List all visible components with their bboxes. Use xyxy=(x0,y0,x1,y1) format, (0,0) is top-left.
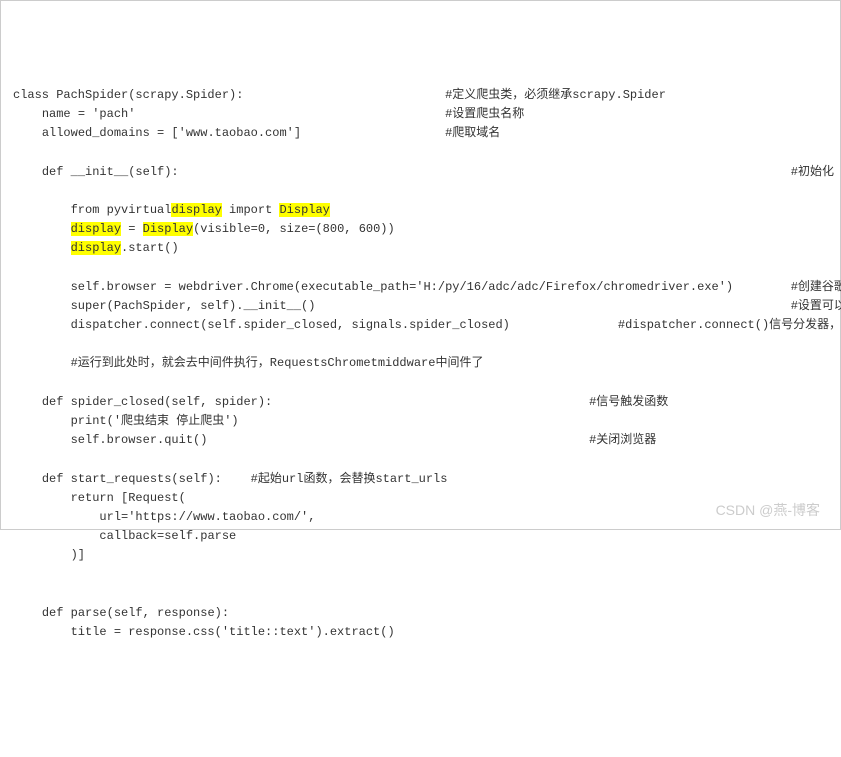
code-line: title = response.css('title::text').extr… xyxy=(13,623,828,642)
code-text: def spider_closed(self, spider): xyxy=(42,395,272,409)
code-text: def start_requests(self): #起始url函数，会替换st… xyxy=(42,472,448,486)
code-line: from pyvirtualdisplay import Display xyxy=(13,201,828,220)
code-line: def __init__(self): #初始化 xyxy=(13,163,828,182)
code-text: return [Request( xyxy=(71,491,186,505)
code-text: #运行到此处时，就会去中间件执行，RequestsChrometmiddware… xyxy=(71,356,484,370)
code-line: )] xyxy=(13,546,828,565)
code-line xyxy=(13,182,828,201)
code-line: def start_requests(self): #起始url函数，会替换st… xyxy=(13,470,828,489)
code-line: #运行到此处时，就会去中间件执行，RequestsChrometmiddware… xyxy=(13,354,828,373)
code-comment: #设置爬虫名称 xyxy=(445,107,524,121)
code-text: class PachSpider(scrapy.Spider): xyxy=(13,88,243,102)
code-text: from pyvirtual xyxy=(71,203,172,217)
code-line: allowed_domains = ['www.taobao.com'] #爬取… xyxy=(13,124,828,143)
code-line: def spider_closed(self, spider): #信号触发函数 xyxy=(13,393,828,412)
code-text: def __init__(self): xyxy=(42,165,179,179)
code-text: title = response.css('title::text').extr… xyxy=(71,625,395,639)
code-comment: #设置可以 xyxy=(791,299,841,313)
code-text: = xyxy=(121,222,143,236)
code-line: self.browser.quit() #关闭浏览器 xyxy=(13,431,828,450)
code-text: print('爬虫结束 停止爬虫') xyxy=(71,414,239,428)
code-comment: #爬取域名 xyxy=(445,126,500,140)
code-text: (visible=0, size=(800, 600)) xyxy=(193,222,395,236)
code-line: super(PachSpider, self).__init__() #设置可以 xyxy=(13,297,828,316)
code-line xyxy=(13,450,828,469)
code-comment: #初始化 xyxy=(791,165,834,179)
highlighted-text: Display xyxy=(143,222,193,236)
code-text: name = 'pach' xyxy=(42,107,136,121)
code-comment: #定义爬虫类，必须继承scrapy.Spider xyxy=(445,88,666,102)
highlighted-text: Display xyxy=(279,203,329,217)
code-comment: #dispatcher.connect()信号分发器，第一 xyxy=(618,318,841,332)
code-line: dispatcher.connect(self.spider_closed, s… xyxy=(13,316,828,335)
code-text: .start() xyxy=(121,241,179,255)
code-line: url='https://www.taobao.com/', xyxy=(13,508,828,527)
code-line xyxy=(13,565,828,584)
code-text: allowed_domains = ['www.taobao.com'] xyxy=(42,126,301,140)
code-line: def parse(self, response): xyxy=(13,604,828,623)
code-line: display = Display(visible=0, size=(800, … xyxy=(13,220,828,239)
code-line: self.browser = webdriver.Chrome(executab… xyxy=(13,278,828,297)
code-line: class PachSpider(scrapy.Spider): #定义爬虫类，… xyxy=(13,86,828,105)
code-line xyxy=(13,335,828,354)
code-block: class PachSpider(scrapy.Spider): #定义爬虫类，… xyxy=(13,86,828,642)
code-line: return [Request( xyxy=(13,489,828,508)
code-line: display.start() xyxy=(13,239,828,258)
highlighted-text: display xyxy=(71,222,121,236)
code-text: import xyxy=(222,203,280,217)
code-text: def parse(self, response): xyxy=(42,606,229,620)
code-text: self.browser = webdriver.Chrome(executab… xyxy=(71,280,734,294)
code-line: name = 'pach' #设置爬虫名称 xyxy=(13,105,828,124)
code-text: super(PachSpider, self).__init__() xyxy=(71,299,316,313)
highlighted-text: display xyxy=(71,241,121,255)
code-line: print('爬虫结束 停止爬虫') xyxy=(13,412,828,431)
code-comment: #创建谷歌 xyxy=(791,280,841,294)
code-comment: #关闭浏览器 xyxy=(589,433,656,447)
code-line xyxy=(13,585,828,604)
code-line xyxy=(13,374,828,393)
code-text: self.browser.quit() xyxy=(71,433,208,447)
code-line xyxy=(13,258,828,277)
code-text: callback=self.parse xyxy=(99,529,236,543)
highlighted-text: display xyxy=(171,203,221,217)
code-text: dispatcher.connect(self.spider_closed, s… xyxy=(71,318,510,332)
code-text: )] xyxy=(71,548,85,562)
code-line xyxy=(13,143,828,162)
code-comment: #信号触发函数 xyxy=(589,395,668,409)
code-text: url='https://www.taobao.com/', xyxy=(99,510,315,524)
